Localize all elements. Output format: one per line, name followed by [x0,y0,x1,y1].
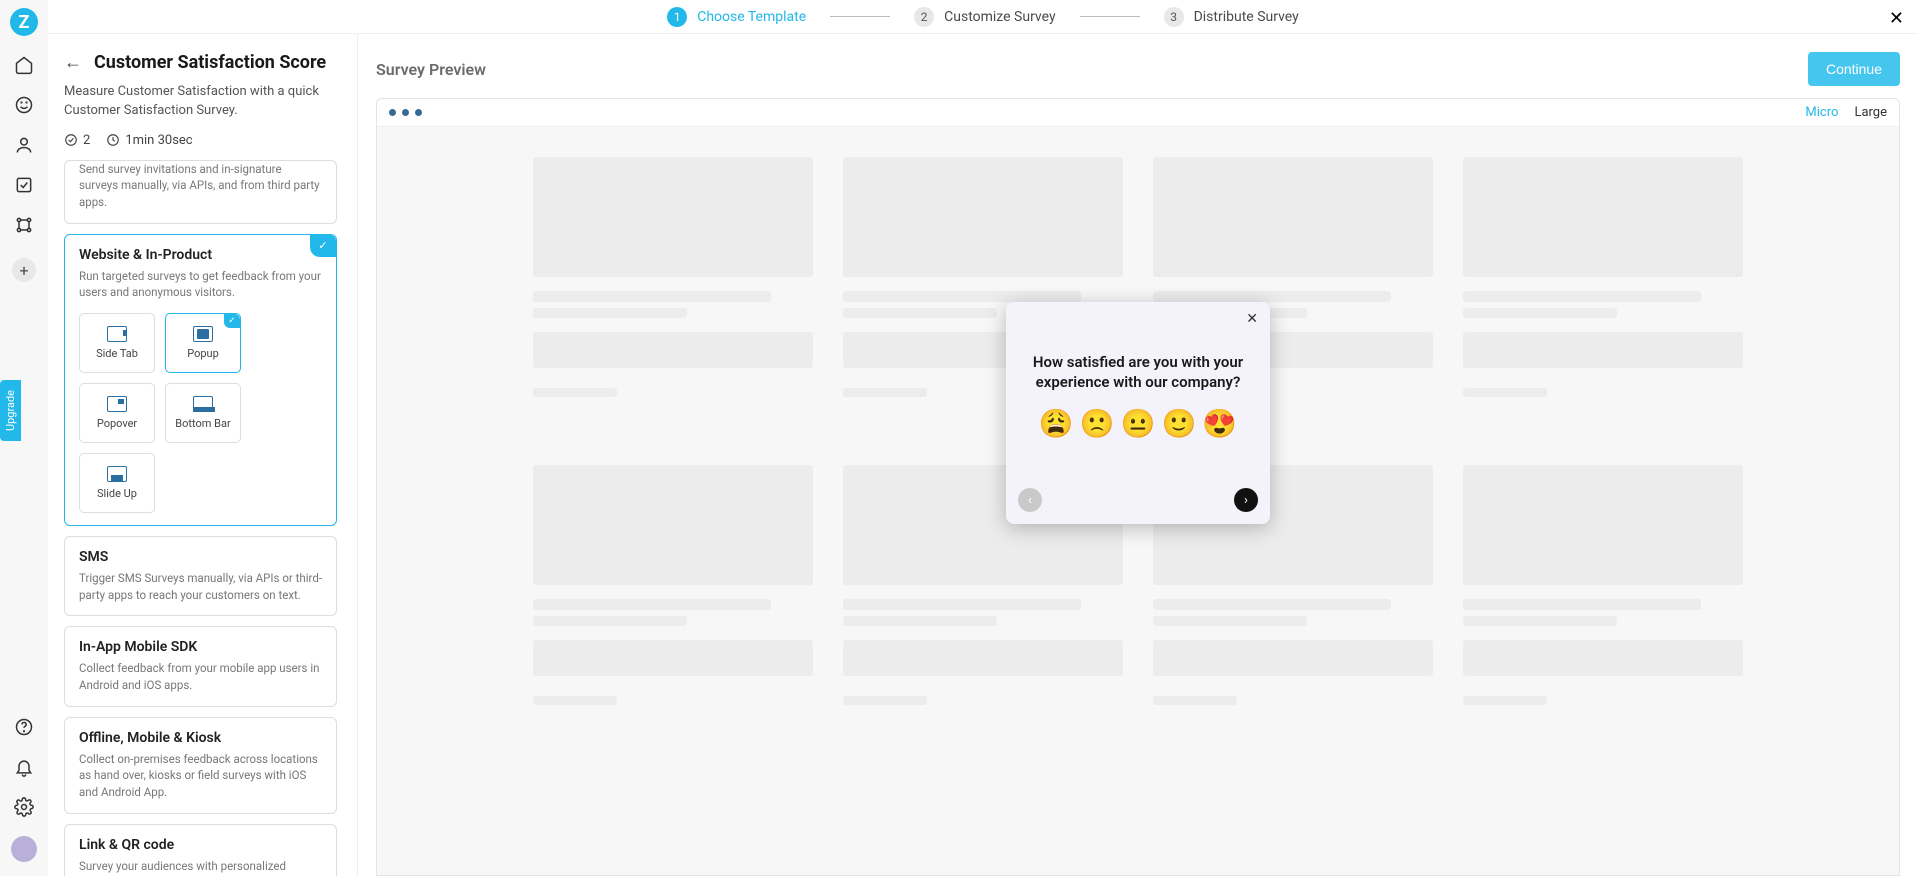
emoji-rating-1[interactable]: 😩 [1039,407,1074,440]
emoji-rating-3[interactable]: 😐 [1121,407,1156,440]
check-icon: ✓ [224,314,240,328]
help-icon[interactable] [13,716,35,738]
emoji-rating-5[interactable]: 😍 [1202,407,1237,440]
step-divider [830,16,890,17]
duration: 1min 30sec [106,133,192,148]
config-panel: ← Customer Satisfaction Score Measure Cu… [48,34,358,876]
step-customize-survey[interactable]: 2 Customize Survey [914,7,1055,27]
widget-option-popover[interactable]: Popover [79,383,155,443]
step-choose-template[interactable]: 1 Choose Template [667,7,806,27]
channel-card-sdk[interactable]: In-App Mobile SDK Collect feedback from … [64,626,337,706]
window-dot [402,109,409,116]
browser-preview-frame: Micro Large [376,98,1900,876]
next-button[interactable]: › [1234,488,1258,512]
window-dot [389,109,396,116]
continue-button[interactable]: Continue [1808,52,1900,86]
widget-option-bottombar[interactable]: Bottom Bar [165,383,241,443]
app-logo[interactable]: Z [10,8,38,36]
survey-popup: ✕ How satisfied are you with your experi… [1006,302,1270,524]
template-title: Customer Satisfaction Score [94,52,326,73]
emoji-rating-4[interactable]: 🙂 [1161,407,1196,440]
channel-card-website[interactable]: ✓ Website & In-Product Run targeted surv… [64,234,337,526]
settings-icon[interactable] [13,796,35,818]
browser-chrome: Micro Large [377,99,1899,127]
survey-question: How satisfied are you with your experien… [1018,352,1258,393]
view-toggle-micro[interactable]: Micro [1805,105,1838,120]
user-icon[interactable] [13,134,35,156]
popup-close-icon[interactable]: ✕ [1246,312,1258,326]
sidetab-icon [107,326,127,342]
channel-card-link[interactable]: Link & QR code Survey your audiences wit… [64,824,337,876]
workflow-icon[interactable] [13,214,35,236]
mock-page: ✕ How satisfied are you with your experi… [377,127,1899,875]
emoji-rating-row: 😩 🙁 😐 🙂 😍 [1018,407,1258,440]
template-description: Measure Customer Satisfaction with a qui… [64,83,341,121]
survey-icon[interactable] [13,174,35,196]
step-distribute-survey[interactable]: 3 Distribute Survey [1164,7,1299,27]
widget-option-slideup[interactable]: Slide Up [79,453,155,513]
previous-button[interactable]: ‹ [1018,488,1042,512]
channel-card-offline[interactable]: Offline, Mobile & Kiosk Collect on-premi… [64,717,337,814]
preview-title: Survey Preview [376,60,486,79]
feedback-icon[interactable] [13,94,35,116]
upgrade-tab[interactable]: Upgrade [0,380,21,441]
close-icon[interactable]: ✕ [1889,8,1904,29]
back-arrow-icon[interactable]: ← [64,52,82,73]
avatar[interactable] [11,836,37,862]
window-dot [415,109,422,116]
popup-icon [193,326,213,342]
bottombar-icon [193,396,213,412]
widget-option-sidetab[interactable]: Side Tab [79,313,155,373]
view-toggle-large[interactable]: Large [1854,105,1887,120]
channel-card-sms[interactable]: SMS Trigger SMS Surveys manually, via AP… [64,536,337,616]
emoji-rating-2[interactable]: 🙁 [1080,407,1115,440]
question-count: 2 [64,133,90,148]
add-button[interactable]: + [12,258,36,282]
home-icon[interactable] [13,54,35,76]
preview-panel: Survey Preview Continue Micro Large [358,34,1918,876]
wizard-stepper: 1 Choose Template 2 Customize Survey 3 D… [48,0,1918,34]
step-divider [1080,16,1140,17]
check-icon: ✓ [310,235,336,257]
notifications-icon[interactable] [13,756,35,778]
popover-icon [107,396,127,412]
channel-card-email[interactable]: Send survey invitations and in-signature… [64,160,337,224]
widget-option-popup[interactable]: ✓ Popup [165,313,241,373]
slideup-icon [107,466,127,482]
